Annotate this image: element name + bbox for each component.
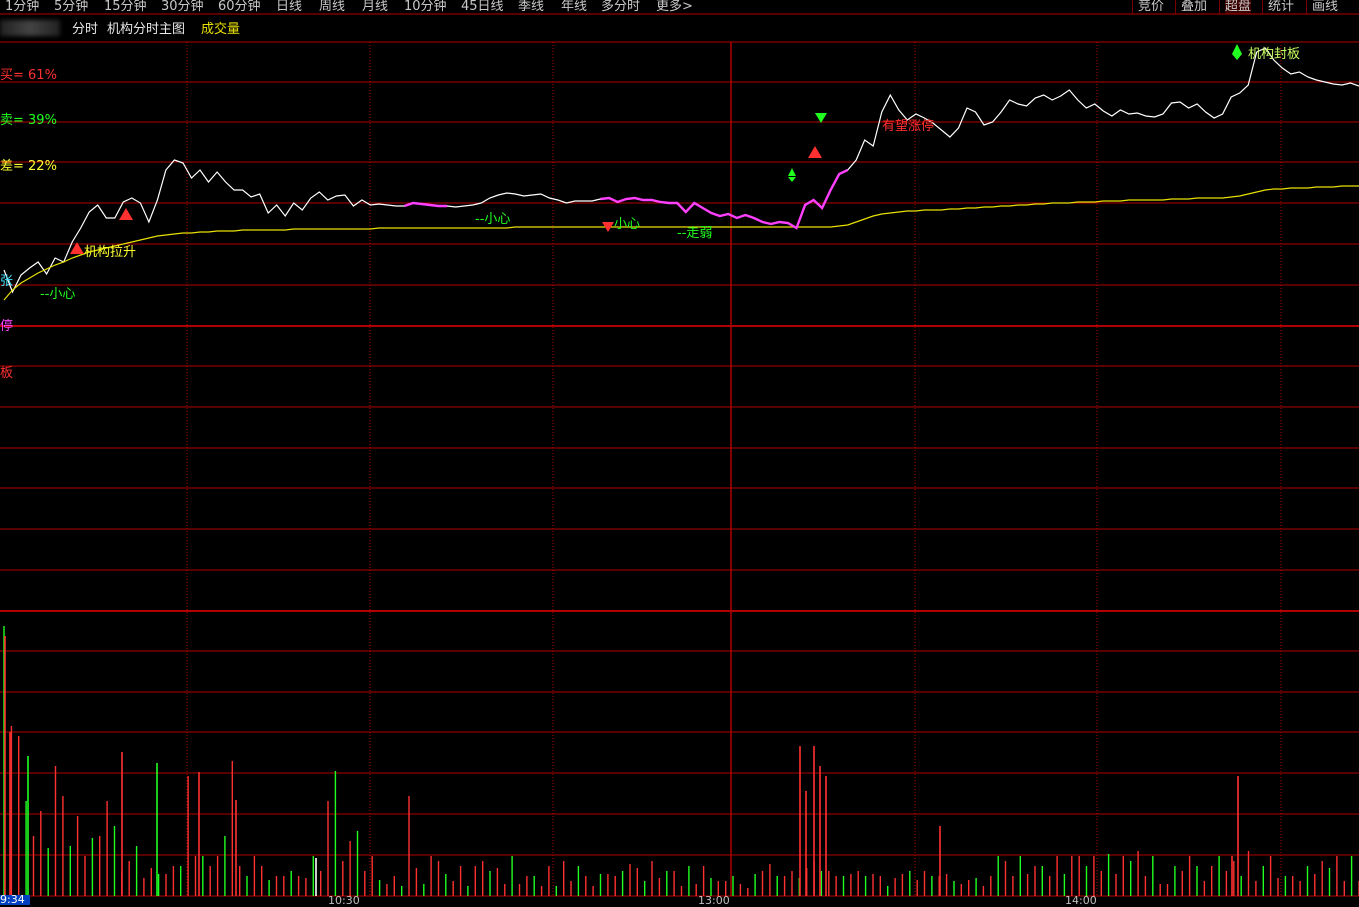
buy-signal-marker: [119, 208, 133, 220]
buy-ratio: 买= 61%: [0, 68, 57, 83]
sell-ratio: 卖= 39%: [0, 113, 57, 128]
signal-jigou-fengban: 机构封板: [1248, 47, 1301, 62]
signal-down-arrow: [1232, 54, 1242, 60]
side-char-ting: 停: [0, 319, 14, 334]
signal-jigou-lasheng: 机构拉升: [84, 245, 137, 260]
signal-up-arrow: [1232, 44, 1242, 54]
time-label-1030: 10:30: [328, 894, 360, 907]
intraday-chart[interactable]: [0, 0, 1359, 905]
signal-xiaoxin-2: --小心: [475, 212, 511, 227]
time-label-1300: 13:00: [698, 894, 730, 907]
signal-down-arrow: [788, 177, 796, 182]
side-char-ban: 板: [0, 366, 14, 381]
side-char-zhang: 张: [0, 274, 14, 289]
signal-zouruo: --走弱: [677, 226, 713, 241]
signal-up-arrow: [788, 168, 796, 176]
signal-youwang-zhangting: 有望涨停: [882, 119, 935, 134]
time-label-1400: 14:00: [1065, 894, 1097, 907]
diff-ratio: 差= 22%: [0, 159, 57, 174]
highlight-segment-3: [770, 168, 849, 230]
time-label-start: 9:34: [0, 895, 30, 905]
signal-xiaoxin-1: --小心: [40, 287, 76, 302]
signal-xiaoxin-3: 小心: [614, 217, 641, 232]
buy-signal-marker: [808, 146, 822, 158]
price-line: [3, 47, 1359, 294]
